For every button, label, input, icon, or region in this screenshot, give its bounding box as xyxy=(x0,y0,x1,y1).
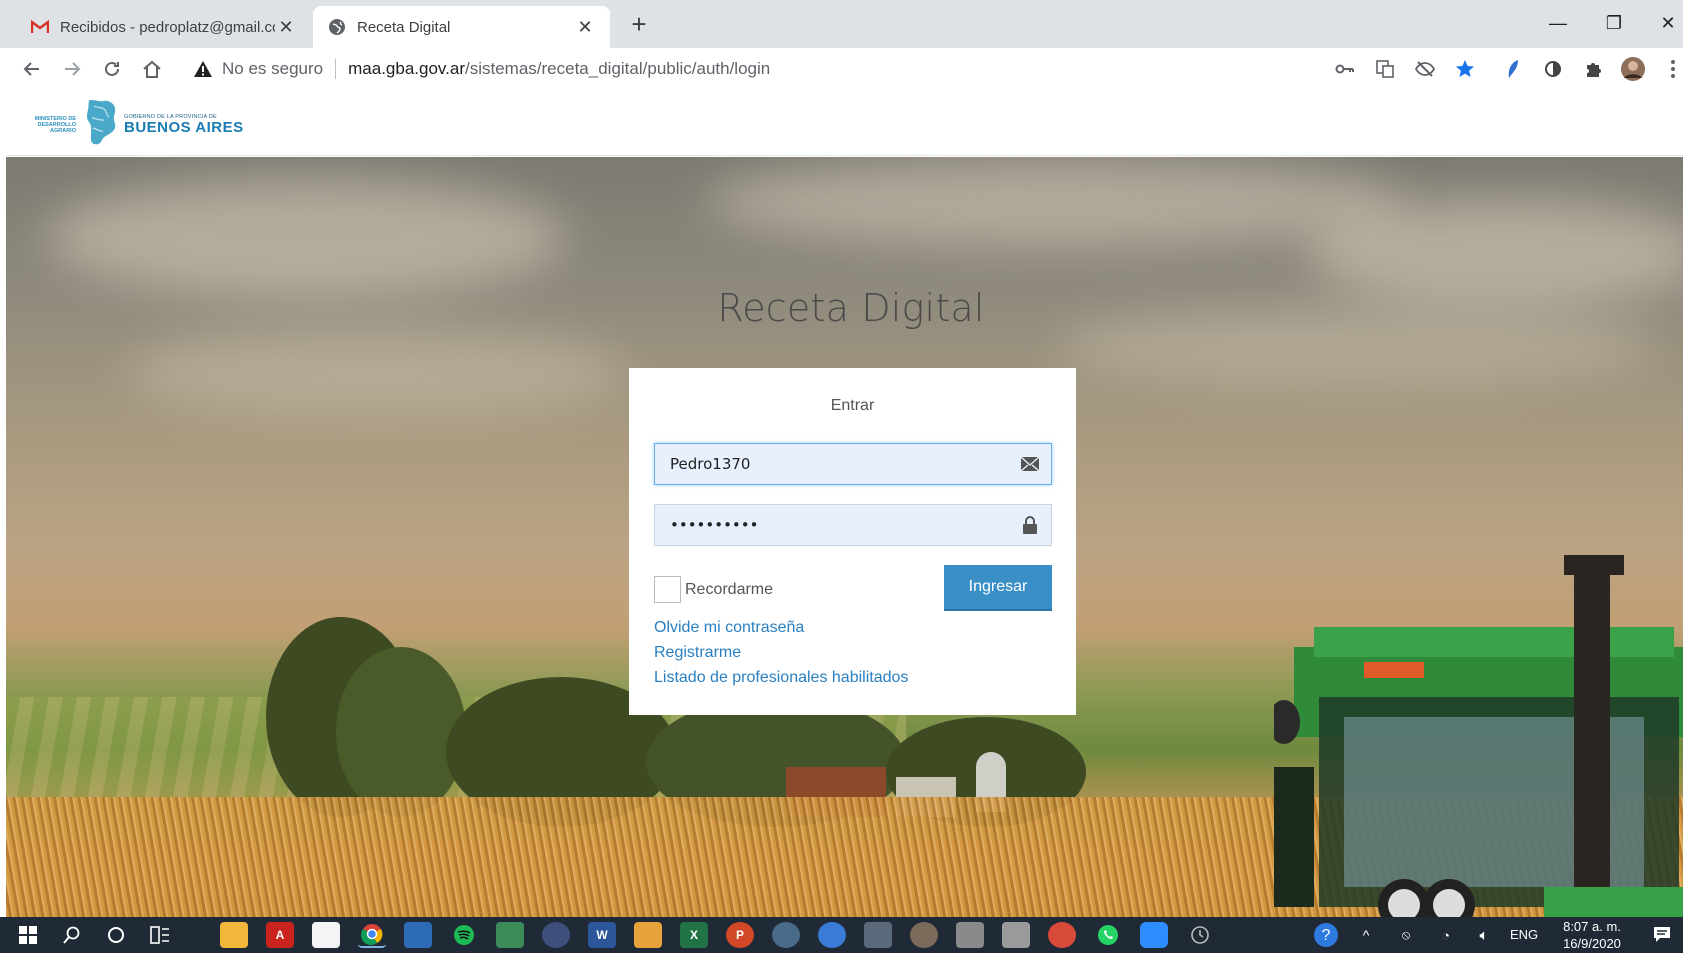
app-icon[interactable] xyxy=(1048,922,1076,948)
password-field[interactable] xyxy=(654,504,1052,546)
app-icon[interactable] xyxy=(956,922,984,948)
username-field[interactable] xyxy=(654,443,1052,485)
tab-title: Recibidos - pedroplatz@gmail.co xyxy=(60,18,275,36)
puzzle-extensions-icon[interactable] xyxy=(1580,56,1606,82)
network-status-icon[interactable]: ⦸ xyxy=(1392,922,1420,948)
search-icon[interactable] xyxy=(58,922,86,948)
svg-text:?: ? xyxy=(1322,927,1331,944)
word-icon[interactable]: W xyxy=(588,922,616,948)
new-tab-button[interactable]: + xyxy=(624,10,654,40)
help-icon[interactable]: ? xyxy=(1312,922,1340,948)
app-icon[interactable] xyxy=(1002,922,1030,948)
tab-title: Receta Digital xyxy=(357,18,451,36)
wifi-icon[interactable]: ◔ xyxy=(1432,922,1460,948)
password-input[interactable] xyxy=(655,505,1009,545)
magnifier-app-icon[interactable] xyxy=(404,922,432,948)
site-header: MINISTERIO DE DESARROLLO AGRARIO GOBIERN… xyxy=(6,90,1683,156)
minimize-button[interactable]: — xyxy=(1530,6,1586,40)
chrome-icon[interactable] xyxy=(358,922,386,948)
province-map-logo-icon xyxy=(84,98,118,151)
globe-icon xyxy=(327,17,347,37)
file-explorer-icon[interactable] xyxy=(220,922,248,948)
login-panel: Entrar Recordarme Ingresar Olvide mi con… xyxy=(629,368,1076,715)
register-link[interactable]: Registrarme xyxy=(654,644,741,662)
remember-me[interactable]: Recordarme xyxy=(654,576,773,603)
app-icon[interactable] xyxy=(634,922,662,948)
feather-extension-icon[interactable] xyxy=(1500,56,1526,82)
tractor-image xyxy=(1274,555,1683,917)
close-tab-icon[interactable]: ✕ xyxy=(574,16,596,38)
acrobat-icon[interactable]: A xyxy=(266,922,294,948)
reload-icon[interactable] xyxy=(96,53,128,85)
app-icon[interactable] xyxy=(772,922,800,948)
gmail-icon xyxy=(30,17,50,37)
translate-icon[interactable] xyxy=(1372,56,1398,82)
address-bar[interactable]: No es seguro maa.gba.gov.ar/sistemas/rec… xyxy=(182,52,1470,86)
zoom-icon[interactable] xyxy=(1140,922,1168,948)
chevron-up-icon[interactable]: ^ xyxy=(1352,922,1380,948)
notification-icon[interactable] xyxy=(1648,922,1676,948)
system-clock[interactable]: 8:07 a. m. 16/9/2020 xyxy=(1552,918,1632,952)
forward-arrow-icon[interactable] xyxy=(56,53,88,85)
back-arrow-icon[interactable] xyxy=(16,53,48,85)
remember-checkbox[interactable] xyxy=(654,576,681,603)
government-label: GOBIERNO DE LA PROVINCIA DE BUENOS AIRES xyxy=(124,113,244,136)
remember-label[interactable]: Recordarme xyxy=(685,581,773,599)
divider xyxy=(335,59,337,79)
warning-icon[interactable] xyxy=(192,60,214,78)
notepad-icon[interactable] xyxy=(312,922,340,948)
bookmark-star-icon[interactable] xyxy=(1452,56,1478,82)
url-host: maa.gba.gov.ar xyxy=(348,59,465,78)
app-icon[interactable] xyxy=(818,922,846,948)
profile-avatar-icon[interactable] xyxy=(1620,56,1646,82)
spreadsheet-app-icon[interactable] xyxy=(496,922,524,948)
windows-taskbar: A W X P ? ^ ⦸ ◔ 🔈︎ ENG 8:07 a. m. 16/9/2… xyxy=(0,917,1683,953)
forgot-password-link[interactable]: Olvide mi contraseña xyxy=(654,619,804,637)
username-input[interactable] xyxy=(655,444,1009,484)
clock-app-icon[interactable] xyxy=(1186,922,1214,948)
login-button[interactable]: Ingresar xyxy=(944,565,1052,611)
globe-app-icon[interactable] xyxy=(542,922,570,948)
restore-button[interactable]: ❐ xyxy=(1586,6,1642,40)
cortana-icon[interactable] xyxy=(102,922,130,948)
excel-icon[interactable]: X xyxy=(680,922,708,948)
security-label[interactable]: No es seguro xyxy=(222,59,323,79)
calculator-icon[interactable] xyxy=(864,922,892,948)
home-icon[interactable] xyxy=(136,53,168,85)
windows-start-icon[interactable] xyxy=(14,922,42,948)
close-window-button[interactable]: ✕ xyxy=(1640,6,1683,40)
lock-icon xyxy=(1009,505,1051,545)
browser-toolbar: No es seguro maa.gba.gov.ar/sistemas/rec… xyxy=(0,48,1683,90)
circle-extension-icon[interactable] xyxy=(1540,56,1566,82)
envelope-icon xyxy=(1009,444,1051,484)
key-icon[interactable] xyxy=(1332,56,1358,82)
menu-kebab-icon[interactable] xyxy=(1660,56,1683,82)
volume-icon[interactable]: 🔈︎ xyxy=(1470,922,1498,948)
spotify-icon[interactable] xyxy=(450,922,478,948)
powerpoint-icon[interactable]: P xyxy=(726,922,754,948)
tab-receta-digital[interactable]: Receta Digital ✕ xyxy=(313,6,610,48)
language-indicator[interactable]: ENG xyxy=(1510,927,1538,942)
login-heading: Entrar xyxy=(830,397,875,414)
page-title: Receta Digital xyxy=(717,286,985,330)
paint-icon[interactable] xyxy=(910,922,938,948)
professionals-list-link[interactable]: Listado de profesionales habilitados xyxy=(654,669,908,687)
url-path: /sistemas/receta_digital/public/auth/log… xyxy=(465,59,771,78)
eye-off-icon[interactable] xyxy=(1412,56,1438,82)
tab-gmail[interactable]: Recibidos - pedroplatz@gmail.co ✕ xyxy=(16,6,311,48)
task-view-icon[interactable] xyxy=(146,922,174,948)
logo[interactable]: MINISTERIO DE DESARROLLO AGRARIO GOBIERN… xyxy=(12,98,244,151)
close-tab-icon[interactable]: ✕ xyxy=(275,16,297,38)
whatsapp-icon[interactable] xyxy=(1094,922,1122,948)
browser-tab-strip: Recibidos - pedroplatz@gmail.co ✕ Receta… xyxy=(0,0,1683,48)
ministry-label: MINISTERIO DE DESARROLLO AGRARIO xyxy=(34,115,76,134)
